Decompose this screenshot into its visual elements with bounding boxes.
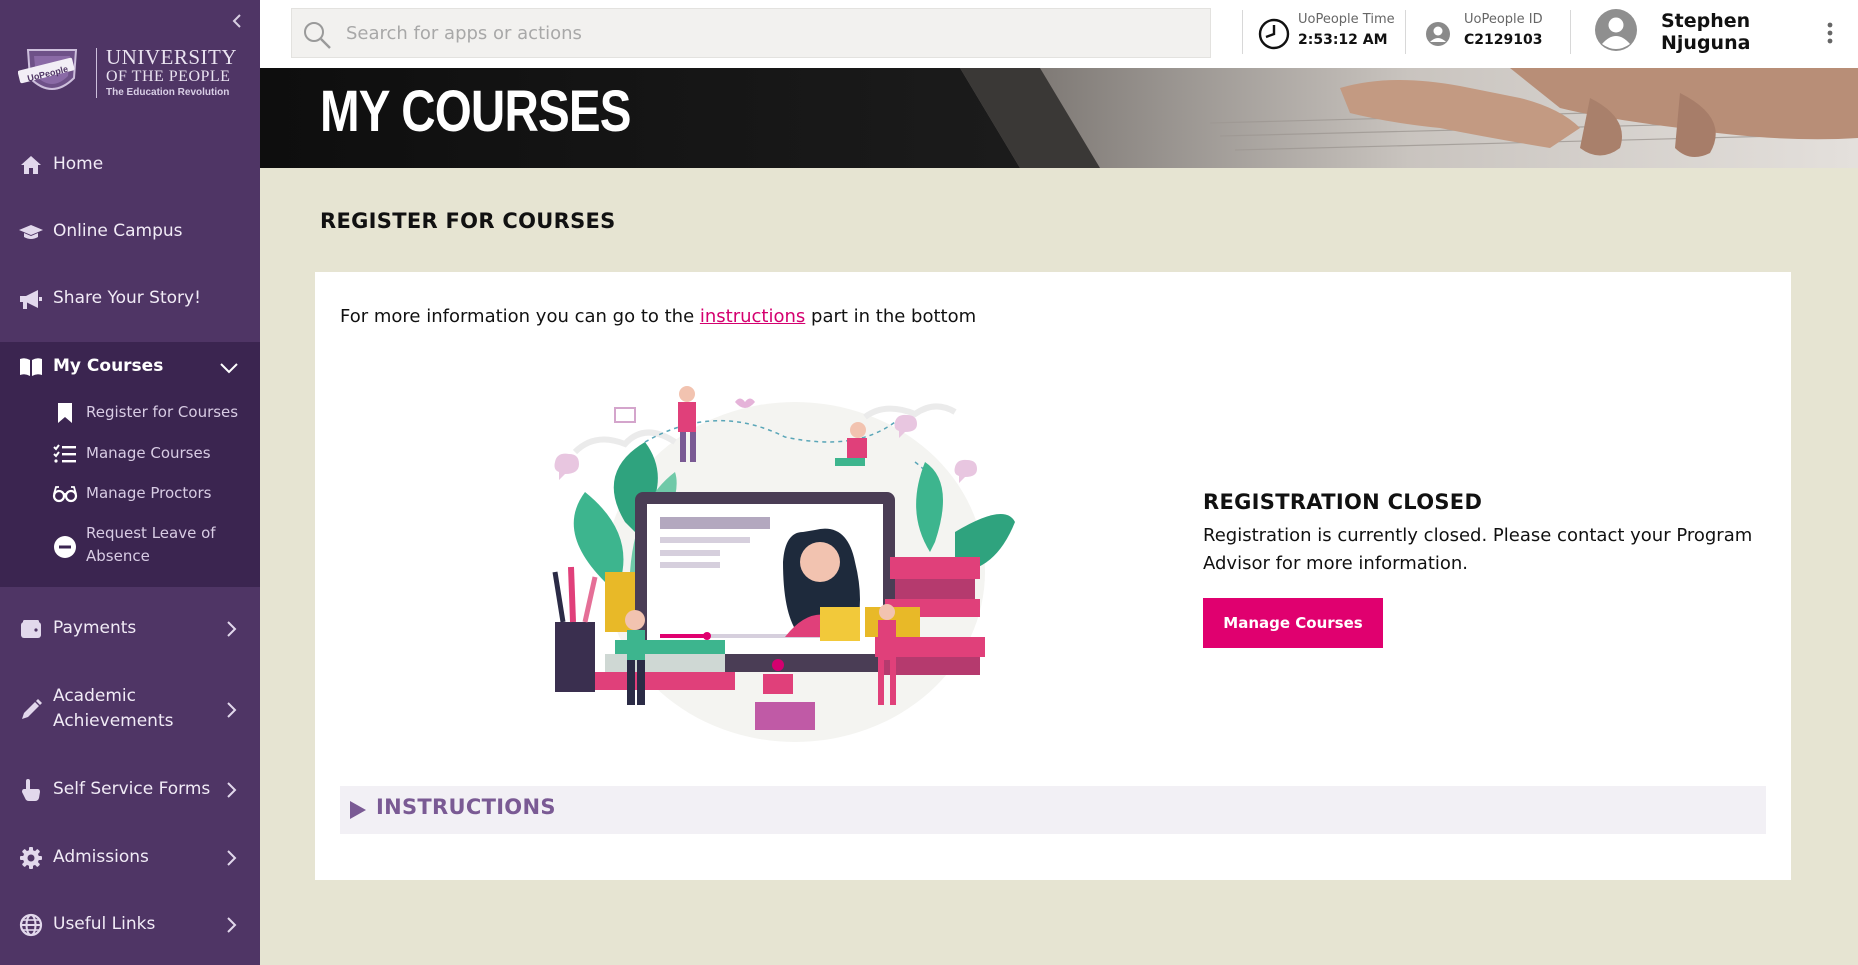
chevron-right-icon [227,621,237,637]
megaphone-icon [18,286,44,312]
checklist-icon [52,442,78,466]
user-first-name: Stephen [1661,10,1751,32]
hand-pointer-icon [18,777,44,803]
glasses-icon [52,482,78,506]
gear-icon [18,845,44,871]
registration-status-text: Registration is currently closed. Please… [1203,525,1753,574]
sidebar-item-label: Useful Links [53,914,156,934]
search-box[interactable] [291,8,1211,58]
chevron-right-icon [227,782,237,798]
sidebar-item-my-courses[interactable]: My Courses [0,352,260,382]
info-text-before: For more information you can go to the [340,306,700,327]
instructions-label: INSTRUCTIONS [376,795,556,819]
info-text: For more information you can go to the i… [340,306,976,327]
divider [1570,10,1571,54]
user-last-name: Njuguna [1661,32,1751,54]
more-options-icon[interactable] [1822,18,1838,48]
clock-icon [1258,18,1290,50]
manage-courses-button[interactable]: Manage Courses [1203,598,1383,648]
time-value: 2:53:12 AM [1298,32,1388,48]
divider [1242,10,1243,54]
sidebar-subitem-request-leave-of-absence[interactable]: Request Leave of Absence [0,522,260,572]
caret-right-icon [350,801,366,819]
sidebar-subitem-label: Manage Proctors [86,484,212,502]
university-logo[interactable]: UoPeople UNIVERSITY OF THE PEOPLE The Ed… [18,44,243,104]
sidebar-subitem-label: Manage Courses [86,444,211,462]
graduation-cap-icon [18,219,44,245]
bookmark-icon [52,401,78,425]
sidebar-item-label: Share Your Story! [53,288,201,308]
logo-text: UNIVERSITY OF THE PEOPLE The Education R… [106,46,246,100]
logo-line1: UNIVERSITY [106,45,237,69]
sidebar-subitem-manage-proctors[interactable]: Manage Proctors [0,481,260,507]
chevron-left-icon [232,14,241,28]
sidebar-item-label-line2: Achievements [53,711,174,731]
sidebar-item-label: Payments [53,618,137,638]
top-bar: UoPeople Time 2:53:12 AM UoPeople ID C21… [260,0,1858,68]
chevron-down-icon [220,363,238,374]
section-title: REGISTER FOR COURSES [320,209,616,233]
sidebar-item-payments[interactable]: Payments [0,614,260,644]
uopeople-id: UoPeople ID C2129103 [1424,10,1564,56]
home-icon [18,152,44,178]
sidebar-item-home[interactable]: Home [0,150,260,180]
instructions-link[interactable]: instructions [700,306,805,327]
book-open-icon [18,354,44,380]
sidebar: UoPeople UNIVERSITY OF THE PEOPLE The Ed… [0,0,260,965]
register-courses-card: For more information you can go to the i… [315,272,1791,880]
info-text-after: part in the bottom [805,306,977,327]
page-banner: MY COURSES [260,68,1858,168]
sidebar-item-label: Online Campus [53,221,183,241]
logo-line2: OF THE PEOPLE [106,68,231,85]
sidebar-item-label: My Courses [53,356,164,376]
user-circle-icon [1426,22,1450,46]
sidebar-item-self-service-forms[interactable]: Self Service Forms [0,775,260,805]
globe-icon [18,912,44,938]
sidebar-item-share-your-story[interactable]: Share Your Story! [0,284,260,314]
university-shield-logo: UoPeople [18,49,78,90]
chevron-right-icon [227,702,237,718]
avatar[interactable] [1594,8,1638,52]
chevron-right-icon [227,917,237,933]
sidebar-item-useful-links[interactable]: Useful Links [0,910,260,940]
online-learning-illustration [552,386,1015,742]
divider [1405,10,1406,54]
sidebar-item-label: Admissions [53,847,149,867]
sidebar-item-admissions[interactable]: Admissions [0,843,260,873]
instructions-accordion[interactable]: INSTRUCTIONS [340,786,1766,834]
wallet-icon [18,616,44,642]
sidebar-item-label: Self Service Forms [53,779,211,799]
uopeople-time: UoPeople Time 2:53:12 AM [1258,10,1418,56]
user-name[interactable]: Stephen Njuguna [1661,10,1781,54]
id-value: C2129103 [1464,32,1543,48]
pencil-icon [18,697,44,723]
search-input[interactable] [346,9,1196,57]
sidebar-subitem-label-line2: Absence [86,547,150,565]
sidebar-item-academic-achievements[interactable]: Academic Achievements [0,683,260,737]
sidebar-item-label: Home [53,154,104,174]
sidebar-item-label-line1: Academic [53,686,136,706]
collapse-sidebar-button[interactable] [228,12,246,34]
chevron-right-icon [227,850,237,866]
minus-circle-icon [52,535,78,559]
sidebar-subitem-manage-courses[interactable]: Manage Courses [0,441,260,467]
sidebar-subitem-label: Register for Courses [86,403,239,421]
time-label: UoPeople Time [1298,12,1395,27]
page-title: MY COURSES [320,79,632,144]
logo-divider [96,48,97,98]
sidebar-item-online-campus[interactable]: Online Campus [0,217,260,247]
registration-status-title: REGISTRATION CLOSED [1203,490,1483,514]
search-icon [304,22,331,49]
sidebar-subitem-label-line1: Request Leave of [86,524,216,542]
logo-tagline: The Education Revolution [106,87,230,98]
my-courses-section: My Courses Register for Courses Manage C… [0,342,260,587]
sidebar-subitem-register-for-courses[interactable]: Register for Courses [0,400,260,426]
id-label: UoPeople ID [1464,12,1543,27]
